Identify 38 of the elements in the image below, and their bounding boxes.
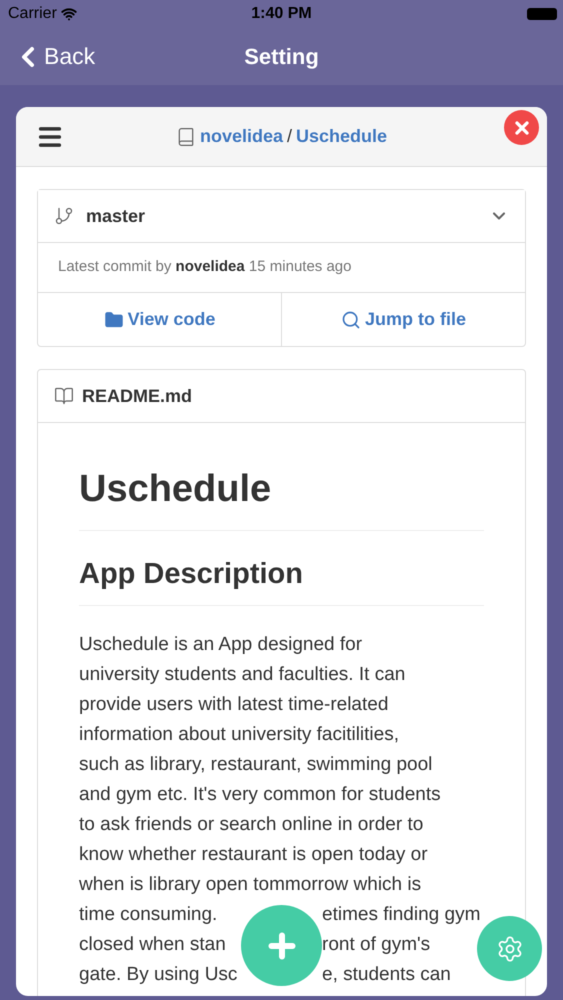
commit-info: Latest commit by novelidea 15 minutes ago [58, 257, 352, 278]
readme-title: Uschedule [79, 461, 484, 531]
text-line: time consuming. [79, 902, 218, 926]
text-line: to ask friends or search online in order to [79, 814, 424, 834]
settings-icon [496, 934, 524, 962]
repo-link[interactable]: Uschedule [296, 123, 388, 150]
status-time: 1:40 PM [251, 4, 312, 24]
text-line: closed when stan [79, 932, 226, 956]
text-line: such as library, restaurant, swimming pool [79, 754, 432, 774]
text-line: university students and faculties. It can [79, 664, 406, 684]
back-button[interactable]: Back [12, 39, 96, 74]
branch-icon [54, 206, 74, 226]
close-button[interactable] [504, 110, 539, 145]
text-line: provide users with latest time-related [79, 694, 388, 714]
jump-to-file-button[interactable]: Jump to file [281, 293, 525, 346]
text-line: information about university facitilities, [79, 724, 399, 744]
text-line: etimes finding gym [322, 902, 480, 926]
section-heading: App Description [79, 553, 484, 606]
text-line: know whether restaurant is open today or [79, 844, 428, 864]
text-line: gate. By using Usc [79, 962, 238, 986]
text-line: and gym etc. It's very common for students [79, 784, 441, 804]
battery-icon [527, 8, 557, 20]
text-line: when is library open tommorrow which is [79, 874, 422, 894]
text-line: ront of gym's [322, 932, 430, 956]
text-line: Uschedule is an App designed for [79, 634, 362, 654]
carrier-label: Carrier [8, 4, 57, 24]
branch-selector[interactable]: master [38, 190, 525, 243]
view-code-button[interactable]: View code [38, 293, 281, 346]
readme-icon [54, 386, 74, 406]
wifi-icon [60, 6, 77, 22]
text-line: e, students can [322, 962, 451, 986]
owner-link[interactable]: novelidea [200, 123, 283, 150]
search-icon [340, 310, 361, 330]
path-separator: / [286, 125, 292, 148]
nav-title: Setting [244, 43, 319, 71]
repo-icon [176, 126, 196, 146]
readme-filename: README.md [82, 384, 192, 408]
folder-icon [104, 310, 124, 330]
